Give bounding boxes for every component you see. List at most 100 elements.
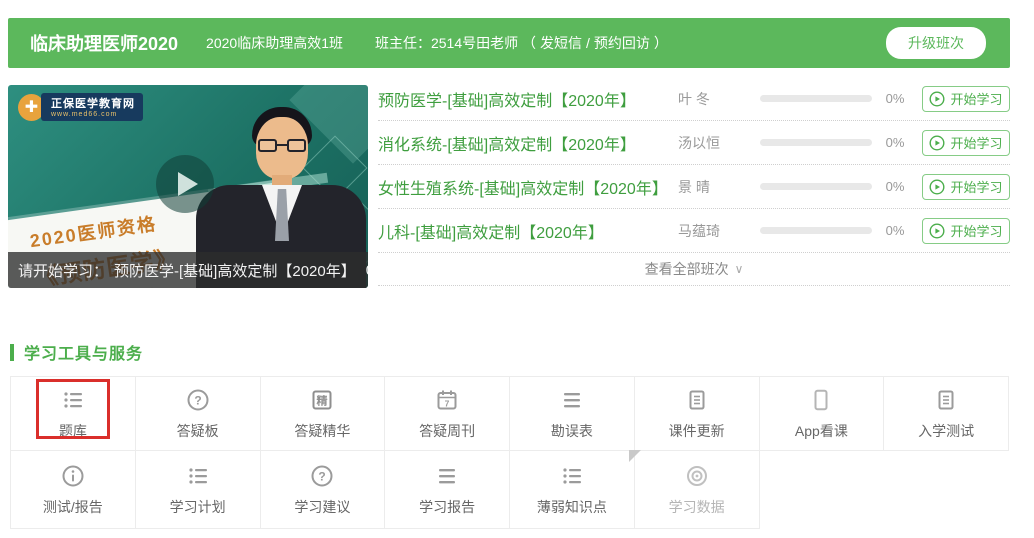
list-icon [185, 463, 211, 489]
tool-weak-points[interactable]: 薄弱知识点 [509, 450, 635, 529]
tool-study-plan[interactable]: 学习计划 [135, 450, 261, 529]
course-title-link[interactable]: 预防医学-[基础]高效定制【2020年】 [378, 87, 678, 111]
tool-qa-weekly[interactable]: 答疑周刊 [384, 376, 510, 451]
progress-percent: 0% [872, 179, 918, 194]
course-video-thumbnail[interactable]: 2020医师资格 《预防医学》 主讲老师：叶 冬 ✚ 正保医学教育网 www.m… [8, 85, 368, 288]
start-learning-button[interactable]: 开始学习 [922, 174, 1010, 200]
med66-logo: ✚ 正保医学教育网 www.med66.com [18, 93, 143, 121]
tool-test-report[interactable]: 测试/报告 [10, 450, 136, 529]
list-icon [60, 387, 86, 413]
view-all-label: 查看全部班次 [645, 259, 729, 279]
tool-study-data[interactable]: 学习数据 [634, 450, 760, 529]
tool-courseware-updates[interactable]: 课件更新 [634, 376, 760, 451]
empty-cell [759, 450, 885, 529]
tool-label: App看课 [795, 421, 848, 441]
progress-percent: 0% [872, 135, 918, 150]
course-row: 预防医学-[基础]高效定制【2020年】 叶 冬 0% 开始学习 [378, 77, 1010, 121]
tool-app-viewing[interactable]: App看课 [759, 376, 885, 451]
start-learning-button[interactable]: 开始学习 [922, 86, 1010, 112]
progress-bar [760, 227, 872, 234]
info-circle-icon [60, 463, 86, 489]
tool-label: 题库 [59, 421, 87, 441]
advisor-label: 班主任：2514号田老师 （ [375, 33, 536, 53]
tool-qa-board[interactable]: 答疑板 [135, 376, 261, 451]
start-learning-label: 开始学习 [950, 133, 1002, 152]
play-button[interactable] [156, 155, 214, 213]
tool-label: 勘误表 [551, 421, 593, 441]
caption-prefix: 请开始学习： [18, 260, 108, 281]
start-learning-label: 开始学习 [950, 177, 1002, 196]
advisor-info: 班主任：2514号田老师 （ 发短信 / 预约回访 ） [375, 33, 668, 53]
course-teacher: 景 晴 [678, 177, 760, 197]
jing-square-icon [309, 387, 335, 413]
tool-label: 测试/报告 [43, 497, 103, 517]
target-icon [684, 463, 710, 489]
chevron-down-icon: ∨ [735, 262, 744, 276]
tool-entrance-test[interactable]: 入学测试 [883, 376, 1009, 451]
triple-bar-icon [434, 463, 460, 489]
list-icon [559, 463, 585, 489]
logo-url: www.med66.com [51, 111, 135, 118]
tool-label: 学习报告 [419, 497, 475, 517]
course-title-link[interactable]: 女性生殖系统-[基础]高效定制【2020年】 [378, 175, 678, 199]
course-row: 消化系统-[基础]高效定制【2020年】 汤以恒 0% 开始学习 [378, 121, 1010, 165]
play-circle-icon [929, 91, 945, 107]
tool-qa-highlights[interactable]: 答疑精华 [260, 376, 386, 451]
question-circle-icon [185, 387, 211, 413]
triple-bar-icon [559, 387, 585, 413]
section-accent-bar [10, 344, 14, 361]
start-learning-label: 开始学习 [950, 89, 1002, 108]
tool-label: 薄弱知识点 [537, 497, 607, 517]
logo-title: 正保医学教育网 [51, 95, 135, 111]
class-header-bar: 临床助理医师2020 2020临床助理高效1班 班主任：2514号田老师 （ 发… [8, 18, 1010, 68]
tool-errata[interactable]: 勘误表 [509, 376, 635, 451]
tools-grid: 题库 答疑板 答疑精华 答疑周刊 勘误表 课件更新 [10, 376, 1016, 529]
start-learning-label: 开始学习 [950, 221, 1002, 240]
tool-study-advice[interactable]: 学习建议 [260, 450, 386, 529]
tool-label: 答疑精华 [294, 421, 350, 441]
class-name: 2020临床助理高效1班 [206, 33, 343, 53]
video-caption-bar: 请开始学习： 预防医学-[基础]高效定制【2020年】 0% [8, 252, 368, 288]
tool-label: 答疑板 [177, 421, 219, 441]
calendar-icon [434, 387, 460, 413]
tool-label: 学习数据 [669, 497, 725, 517]
progress-percent: 0% [872, 223, 918, 238]
link-separator: / [586, 35, 590, 51]
play-circle-icon [929, 179, 945, 195]
course-teacher: 汤以恒 [678, 133, 760, 153]
tool-label: 答疑周刊 [419, 421, 475, 441]
empty-cell [883, 450, 1009, 529]
progress-bar [760, 95, 872, 102]
play-circle-icon [929, 223, 945, 239]
progress-bar [760, 139, 872, 146]
tool-label: 课件更新 [669, 421, 725, 441]
course-title-link[interactable]: 儿科-[基础]高效定制【2020年】 [378, 219, 678, 243]
tool-study-report[interactable]: 学习报告 [384, 450, 510, 529]
play-circle-icon [929, 135, 945, 151]
tools-section-header: 学习工具与服务 [10, 340, 143, 364]
caption-progress: 0% [366, 262, 368, 279]
send-sms-link[interactable]: 发短信 [540, 33, 582, 53]
upgrade-class-button[interactable]: 升级班次 [886, 27, 986, 59]
section-title: 学习工具与服务 [24, 340, 143, 364]
start-learning-button[interactable]: 开始学习 [922, 218, 1010, 244]
course-list: 预防医学-[基础]高效定制【2020年】 叶 冬 0% 开始学习 消化系统-[基… [378, 77, 1010, 286]
course-dashboard-page: 临床助理医师2020 2020临床助理高效1班 班主任：2514号田老师 （ 发… [0, 0, 1034, 538]
play-icon [178, 172, 198, 196]
corner-triangle-marker [629, 450, 641, 462]
tool-label: 学习建议 [294, 497, 350, 517]
document-icon [684, 387, 710, 413]
tool-label: 学习计划 [170, 497, 226, 517]
question-circle-icon [309, 463, 335, 489]
phone-icon [808, 387, 834, 413]
caption-course-name: 预防医学-[基础]高效定制【2020年】 [114, 260, 356, 281]
course-title-link[interactable]: 消化系统-[基础]高效定制【2020年】 [378, 131, 678, 155]
course-row: 儿科-[基础]高效定制【2020年】 马蕴琦 0% 开始学习 [378, 209, 1010, 253]
view-all-classes-link[interactable]: 查看全部班次 ∨ [378, 253, 1010, 286]
glasses [258, 139, 306, 153]
start-learning-button[interactable]: 开始学习 [922, 130, 1010, 156]
advisor-suffix: ） [654, 33, 668, 53]
course-row: 女性生殖系统-[基础]高效定制【2020年】 景 晴 0% 开始学习 [378, 165, 1010, 209]
tool-question-bank[interactable]: 题库 [10, 376, 136, 451]
callback-link[interactable]: 预约回访 [594, 33, 650, 53]
